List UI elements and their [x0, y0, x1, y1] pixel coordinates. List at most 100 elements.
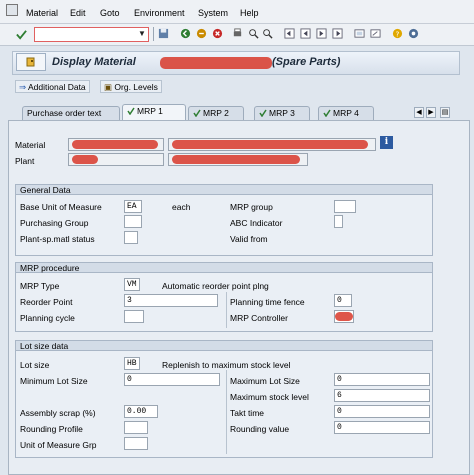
lot-size-data-title: Lot size data [15, 340, 433, 351]
rounding-profile-label: Rounding Profile [20, 424, 83, 434]
planning-time-fence-label: Planning time fence [230, 297, 305, 307]
redacted-plant-description [172, 155, 300, 164]
minimum-lot-size-field[interactable]: 0 [124, 373, 220, 386]
assembly-scrap-label: Assembly scrap (%) [20, 408, 96, 418]
svg-text:?: ? [396, 29, 400, 38]
tab-mrp3[interactable]: MRP 3 [254, 106, 310, 120]
planning-cycle-label: Planning cycle [20, 313, 75, 323]
tab-check-icon [193, 109, 201, 117]
tab-list-icon[interactable]: ▤ [440, 107, 450, 118]
prev-page-icon[interactable] [300, 28, 311, 39]
lot-size-field[interactable]: HB [124, 357, 140, 370]
redacted-mrp-controller [335, 312, 353, 321]
column-divider [226, 292, 227, 328]
menu-edit[interactable]: Edit [70, 8, 86, 18]
find-next-icon[interactable] [262, 28, 273, 39]
new-session-icon[interactable] [354, 28, 365, 39]
tab-mrp2[interactable]: MRP 2 [188, 106, 244, 120]
assembly-scrap-field[interactable]: 0.00 [124, 405, 158, 418]
general-data-title: General Data [15, 184, 433, 195]
base-uom-text: each [172, 202, 191, 212]
takt-time-field[interactable]: 0 [334, 405, 430, 418]
tab-label: MRP 2 [203, 108, 229, 118]
command-dropdown-icon[interactable]: ▼ [138, 29, 146, 38]
page-title-suffix: (Spare Parts) [272, 56, 341, 68]
save-icon[interactable] [158, 28, 169, 39]
find-icon[interactable] [248, 28, 259, 39]
arrow-right-icon: ⇒ [19, 82, 29, 92]
purchasing-group-label: Purchasing Group [20, 218, 89, 228]
reorder-point-label: Reorder Point [20, 297, 73, 307]
last-page-icon[interactable] [332, 28, 343, 39]
lot-size-text: Replenish to maximum stock level [162, 360, 291, 370]
cancel-icon[interactable] [212, 28, 223, 39]
tab-check-icon [127, 107, 135, 115]
org-levels-icon: ▣ [104, 82, 115, 92]
tab-check-icon [323, 109, 331, 117]
back-icon[interactable] [180, 28, 191, 39]
mrp-type-field[interactable]: VM [124, 278, 140, 291]
plant-label: Plant [15, 156, 35, 166]
page-title-prefix: Display Material [52, 56, 136, 68]
mrp-procedure-title: MRP procedure [15, 262, 433, 273]
uom-group-field[interactable] [124, 437, 148, 450]
next-page-icon[interactable] [316, 28, 327, 39]
customize-layout-icon[interactable] [408, 28, 419, 39]
takt-time-label: Takt time [230, 408, 265, 418]
reorder-point-field[interactable]: 3 [124, 294, 218, 307]
tab-purchase-order-text[interactable]: Purchase order text [22, 106, 120, 120]
abc-indicator-label: ABC Indicator [230, 218, 283, 228]
rounding-profile-field[interactable] [124, 421, 148, 434]
exit-icon[interactable] [196, 28, 207, 39]
menu-environment[interactable]: Environment [134, 8, 185, 18]
planning-time-fence-field[interactable]: 0 [334, 294, 352, 307]
tab-mrp4[interactable]: MRP 4 [318, 106, 374, 120]
planning-cycle-field[interactable] [124, 310, 144, 323]
abc-indicator-field[interactable] [334, 215, 343, 228]
tab-scroll-right-icon[interactable]: ▶ [426, 107, 436, 118]
maximum-stock-level-field[interactable]: 6 [334, 389, 430, 402]
rounding-value-field[interactable]: 0 [334, 421, 430, 434]
redacted-plant-id [72, 155, 98, 164]
help-icon[interactable]: ? [392, 28, 403, 39]
tab-label: MRP 3 [269, 108, 295, 118]
mrp-type-text: Automatic reorder point plng [162, 281, 269, 291]
print-icon[interactable] [232, 28, 243, 39]
enter-icon[interactable] [16, 29, 27, 40]
menu-goto[interactable]: Goto [100, 8, 120, 18]
material-master-icon[interactable] [16, 53, 46, 71]
tab-label: MRP 1 [137, 106, 163, 116]
tab-label: Purchase order text [27, 108, 102, 118]
maximum-stock-level-label: Maximum stock level [230, 392, 309, 402]
tab-check-icon [259, 109, 267, 117]
shortcut-icon[interactable] [370, 28, 381, 39]
base-uom-field[interactable]: EA [124, 200, 142, 213]
column-divider [226, 370, 227, 454]
purchasing-group-field[interactable] [124, 215, 142, 228]
minimum-lot-size-label: Minimum Lot Size [20, 376, 88, 386]
additional-data-label: Additional Data [28, 82, 86, 92]
lot-size-label: Lot size [20, 360, 50, 370]
plant-sp-status-field[interactable] [124, 231, 138, 244]
toolbar-separator [153, 27, 154, 41]
menu-system[interactable]: System [198, 8, 228, 18]
rounding-value-label: Rounding value [230, 424, 290, 434]
page-title: Display Material [52, 56, 136, 68]
base-uom-label: Base Unit of Measure [20, 202, 102, 212]
tab-scroll-left-icon[interactable]: ◀ [414, 107, 424, 118]
info-icon[interactable]: i [380, 136, 393, 149]
maximum-lot-size-field[interactable]: 0 [334, 373, 430, 386]
valid-from-label: Valid from [230, 234, 268, 244]
tab-mrp1[interactable]: MRP 1 [122, 104, 186, 120]
menu-material[interactable]: Material [26, 8, 58, 18]
command-field[interactable] [34, 27, 149, 42]
maximum-lot-size-label: Maximum Lot Size [230, 376, 300, 386]
menu-help[interactable]: Help [240, 8, 259, 18]
redacted-material-id [72, 140, 158, 149]
additional-data-button[interactable]: ⇒ Additional Data [15, 80, 90, 93]
org-levels-button[interactable]: ▣ Org. Levels [100, 80, 162, 93]
first-page-icon[interactable] [284, 28, 295, 39]
tab-label: MRP 4 [333, 108, 359, 118]
mrp-group-field[interactable] [334, 200, 356, 213]
window-menu-icon[interactable] [6, 4, 18, 16]
